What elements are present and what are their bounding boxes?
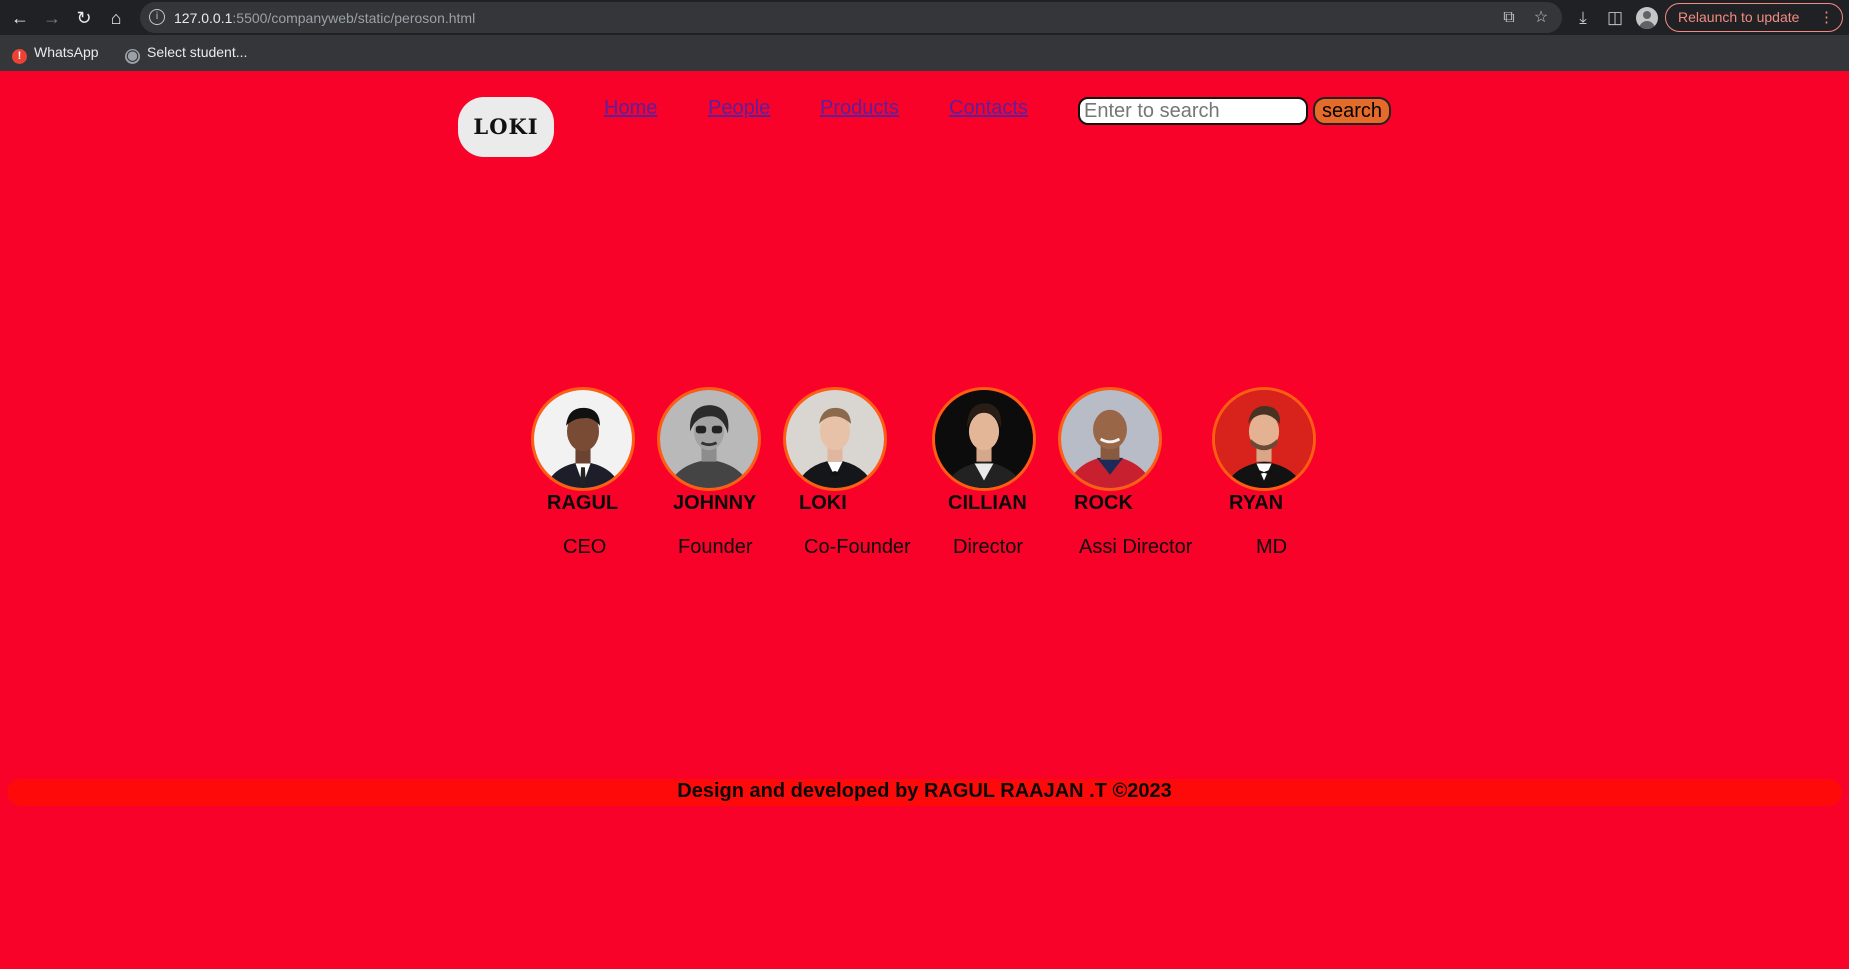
person-role-assi-director: Assi Director — [1079, 536, 1193, 558]
menu-dots-icon[interactable]: ⋮ — [1819, 4, 1834, 31]
nav-link-home[interactable]: Home — [604, 97, 657, 120]
back-icon[interactable]: ← — [8, 6, 32, 30]
person-name-ragul: RAGUL — [547, 492, 619, 514]
bookmark-whatsapp[interactable]: ! WhatsApp — [12, 44, 99, 64]
star-icon[interactable]: ☆ — [1530, 7, 1552, 29]
search-input[interactable] — [1078, 97, 1308, 125]
relaunch-button[interactable]: Relaunch to update ⋮ — [1665, 3, 1843, 32]
url-text[interactable]: 127.0.0.1:5500/companyweb/static/peroson… — [174, 10, 475, 26]
person-name-cillian: CILLIAN — [948, 492, 1027, 514]
person-name-johnny: JOHNNY — [673, 492, 757, 514]
person-photo-cillian — [932, 387, 1036, 491]
sidepanel-icon[interactable]: ◫ — [1603, 6, 1627, 30]
person-name-rock: ROCK — [1074, 492, 1133, 514]
person-photo-johnny — [657, 387, 761, 491]
person-role-founder: Founder — [678, 536, 753, 558]
person-role-director: Director — [953, 536, 1024, 558]
reload-icon[interactable]: ↻ — [72, 6, 96, 30]
search-button[interactable]: search — [1313, 97, 1391, 125]
nav-link-products[interactable]: Products — [820, 97, 899, 120]
person-photo-loki — [783, 387, 887, 491]
person-name-loki: LOKI — [799, 492, 847, 514]
download-icon[interactable]: ⤓ — [1571, 6, 1595, 30]
person-photo-ryan — [1212, 387, 1316, 491]
bookmark-select-student[interactable]: ◯ Select student... — [125, 44, 247, 64]
address-bar[interactable]: i 127.0.0.1:5500/companyweb/static/peros… — [140, 2, 1562, 33]
browser-toolbar: ← → ↻ ⌂ i 127.0.0.1:5500/companyweb/stat… — [0, 0, 1849, 35]
share-icon[interactable]: ⧉ — [1498, 7, 1520, 29]
person-name-ryan: RYAN — [1229, 492, 1284, 514]
bookmarks-bar: ! WhatsApp ◯ Select student... — [0, 35, 1849, 71]
profile-icon[interactable] — [1636, 7, 1658, 29]
nav-link-people[interactable]: People — [708, 97, 770, 120]
footer: Design and developed by RAGUL RAAJAN .T … — [7, 779, 1842, 806]
whatsapp-icon: ! — [12, 49, 27, 64]
person-role-md: MD — [1256, 536, 1288, 558]
info-icon[interactable]: i — [149, 9, 165, 25]
person-role-co-founder: Co-Founder — [804, 536, 911, 558]
forward-icon[interactable]: → — [40, 6, 64, 30]
nav-link-contacts[interactable]: Contacts — [949, 97, 1028, 120]
person-photo-ragul — [531, 387, 635, 491]
person-role-ceo: CEO — [563, 536, 607, 558]
home-icon[interactable]: ⌂ — [104, 6, 128, 30]
globe-icon: ◯ — [125, 49, 140, 64]
logo[interactable]: LOKI — [458, 97, 554, 157]
person-photo-rock — [1058, 387, 1162, 491]
